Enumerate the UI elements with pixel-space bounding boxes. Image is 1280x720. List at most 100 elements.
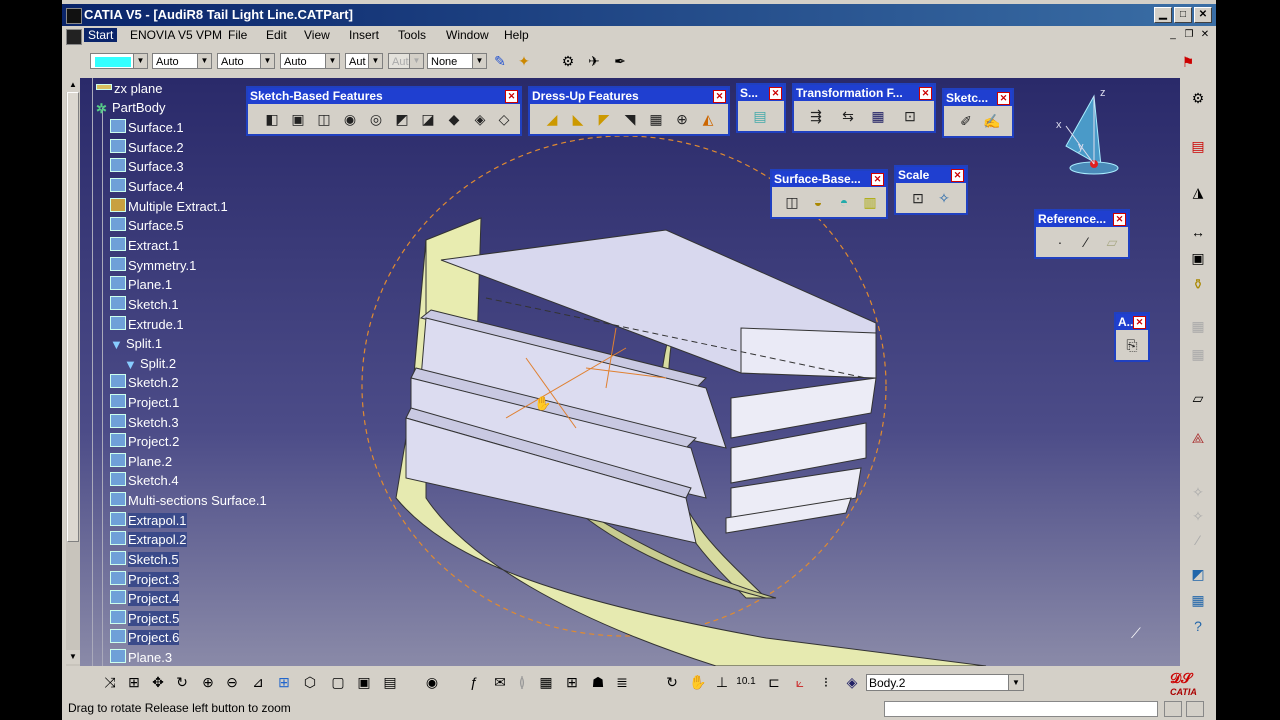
tree-node[interactable]: ▼ Split.1 [110, 335, 162, 353]
menu-view[interactable]: View [304, 28, 330, 42]
pocket-icon[interactable]: ▣ [288, 109, 308, 129]
toolbar-header[interactable]: Scale ✕ [896, 167, 966, 183]
point-type-combo[interactable]: Aut ▼ [345, 53, 383, 69]
tree-node[interactable]: Extract.1 [110, 237, 179, 255]
annotation-icon[interactable]: ✧ [1188, 482, 1208, 502]
tree-node[interactable]: Plane.2 [110, 453, 172, 471]
fly-mode-icon[interactable]: ⤨ [100, 672, 120, 692]
menu-insert[interactable]: Insert [349, 28, 379, 42]
list-icon[interactable]: ≣ [612, 672, 632, 692]
close-icon[interactable]: ✕ [871, 173, 884, 186]
toolbar-header[interactable]: Dress-Up Features ✕ [530, 88, 728, 104]
toolbar-header[interactable]: S... ✕ [738, 85, 784, 101]
tree-node[interactable]: zx plane [96, 80, 162, 98]
3d-annotation-icon[interactable]: ◩ [1188, 564, 1208, 584]
tree-node[interactable]: Multiple Extract.1 [110, 198, 228, 216]
measure-icon[interactable]: ↔ [1188, 222, 1208, 242]
help-icon[interactable]: ? [1188, 616, 1208, 636]
rule-icon[interactable]: ≬ [512, 672, 532, 692]
shaft-icon[interactable]: ◫ [314, 109, 334, 129]
menu-help[interactable]: Help [504, 28, 529, 42]
tree-node[interactable]: Sketch.2 [110, 374, 179, 392]
remove-face-icon[interactable]: ◭ [698, 109, 718, 129]
update-icon[interactable]: ↻ [662, 672, 682, 692]
line-icon[interactable]: ⁄ [1076, 232, 1096, 252]
scaling-icon[interactable]: ⊡ [900, 106, 920, 126]
camera-icon[interactable]: ◉ [422, 672, 442, 692]
toolbar-header[interactable]: Transformation F... ✕ [794, 85, 934, 101]
views-icon[interactable]: ▦ [1188, 590, 1208, 610]
properties-painter-icon[interactable]: ✦ [514, 51, 534, 71]
layer-combo[interactable]: None ▼ [427, 53, 487, 69]
compass[interactable]: z x y [1056, 86, 1126, 176]
thickness-icon[interactable]: ▦ [646, 109, 666, 129]
line-type-combo[interactable]: Auto ▼ [280, 53, 340, 69]
split-icon[interactable]: ▤ [750, 106, 770, 126]
tree-node[interactable]: Multi-sections Surface.1 [110, 492, 267, 510]
fillet-icon[interactable]: ◢ [542, 109, 562, 129]
apply-material-icon[interactable]: ⚱ [1188, 274, 1208, 294]
groove-icon[interactable]: ◉ [340, 109, 360, 129]
normal-view-icon[interactable]: ⊿ [248, 672, 268, 692]
rotate-icon[interactable]: ↻ [172, 672, 192, 692]
tree-node[interactable]: Extrude.1 [110, 316, 184, 334]
tree-node[interactable]: Plane.1 [110, 276, 172, 294]
removed-multi-section-icon[interactable]: ◇ [494, 109, 514, 129]
constraint-icon[interactable]: ◮ [1188, 182, 1208, 202]
toolbar-header[interactable]: Surface-Base... ✕ [772, 171, 886, 187]
body-select[interactable]: Body.2 ▼ [866, 674, 1024, 691]
3d-viewport[interactable]: ▲ ▼ ✋ ⟋ zx plane ✲ PartBody Surface.1 Su… [66, 78, 1181, 666]
grid-numbers-icon[interactable]: 10.1 [736, 672, 756, 692]
close-icon[interactable]: ✕ [951, 169, 964, 182]
tree-node[interactable]: Sketch.5 [110, 551, 179, 569]
pen-icon[interactable]: ✒ [610, 51, 630, 71]
menu-edit[interactable]: Edit [266, 28, 287, 42]
hand-icon[interactable]: ✋ [688, 672, 708, 692]
affinity-icon[interactable]: ✧ [934, 188, 954, 208]
close-icon[interactable]: ✕ [1113, 213, 1126, 226]
catalog-icon[interactable]: ▦ [1188, 316, 1208, 336]
translation-icon[interactable]: ⇶ [806, 106, 826, 126]
toolbar-header[interactable]: A.. ✕ [1116, 314, 1148, 330]
body-icon[interactable]: ◈ [842, 672, 862, 692]
text-icon[interactable]: ✧ [1188, 506, 1208, 526]
tree-node[interactable]: Project.1 [110, 394, 179, 412]
command-field[interactable] [884, 701, 1158, 717]
positioned-sketch-icon[interactable]: ✍ [982, 111, 1002, 131]
tree-node[interactable]: Surface.1 [110, 119, 184, 137]
doc-restore-button[interactable]: ❐ [1182, 28, 1196, 41]
toolbar-header[interactable]: Sketc... ✕ [944, 90, 1012, 106]
zoom-in-icon[interactable]: ⊕ [198, 672, 218, 692]
shell-icon[interactable]: ◥ [620, 109, 640, 129]
plane-tool-icon[interactable]: ▱ [1188, 388, 1208, 408]
tree-node[interactable]: Project.2 [110, 433, 179, 451]
close-surface-icon[interactable]: ◓ [834, 192, 854, 212]
sketch-icon[interactable]: ✐ [956, 111, 976, 131]
pattern-icon[interactable]: ▦ [868, 106, 888, 126]
macro-icon[interactable]: ✈ [584, 51, 604, 71]
multi-view-icon[interactable]: ⊞ [274, 672, 294, 692]
slot-icon[interactable]: ◪ [418, 109, 438, 129]
fit-all-icon[interactable]: ⊞ [124, 672, 144, 692]
iso-view-icon[interactable]: ⬡ [300, 672, 320, 692]
transparency-combo[interactable]: Auto ▼ [152, 53, 212, 69]
toolbar-header[interactable]: Sketch-Based Features ✕ [248, 88, 520, 104]
swap-space-icon[interactable]: ▤ [380, 672, 400, 692]
app-icon[interactable] [66, 8, 82, 24]
render-style-icon[interactable]: ▢ [328, 672, 348, 692]
rib-icon[interactable]: ◩ [392, 109, 412, 129]
close-icon[interactable]: ✕ [997, 92, 1010, 105]
status-button-2[interactable] [1186, 701, 1204, 717]
tree-node[interactable]: Symmetry.1 [110, 257, 196, 275]
close-icon[interactable]: ✕ [919, 87, 932, 100]
boolean-icon[interactable]: ⟁ [1188, 428, 1208, 448]
close-icon[interactable]: ✕ [713, 90, 726, 103]
sew-surface-icon[interactable]: ▥ [860, 192, 880, 212]
gear-icon[interactable]: ⚙ [558, 51, 578, 71]
multi-section-solid-icon[interactable]: ◈ [470, 109, 490, 129]
formula-icon[interactable]: ƒ [464, 672, 484, 692]
paintbrush-icon[interactable]: ✎ [490, 51, 510, 71]
close-button[interactable]: ✕ [1194, 7, 1212, 23]
hole-icon[interactable]: ◎ [366, 109, 386, 129]
design-table-icon[interactable]: ⊞ [562, 672, 582, 692]
